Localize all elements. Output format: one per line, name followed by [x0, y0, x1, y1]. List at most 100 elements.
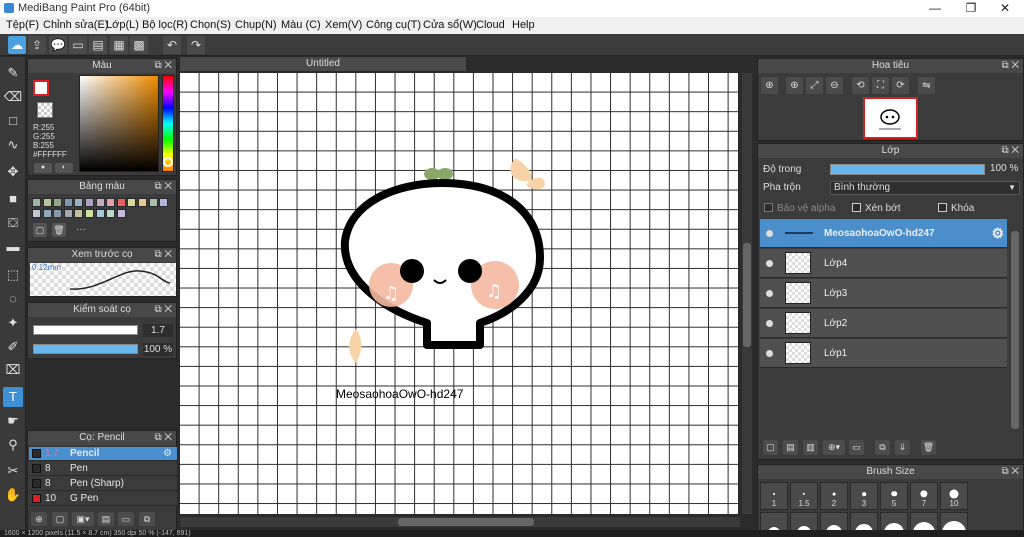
- panel-close-icon[interactable]: ⧉ ✕: [1001, 59, 1019, 73]
- brush-size-cell[interactable]: 1: [760, 482, 788, 510]
- layer-scrollbar[interactable]: [1009, 226, 1021, 434]
- document-tab[interactable]: Untitled: [180, 57, 466, 71]
- rotate-right-icon[interactable]: ⟳: [892, 77, 909, 94]
- brush-tool-icon[interactable]: ✎: [3, 63, 23, 83]
- menu-cloud[interactable]: Cloud: [476, 19, 505, 31]
- lock-checkbox[interactable]: Khóa: [938, 203, 974, 214]
- panel-close-icon[interactable]: ⧉ ✕: [154, 431, 172, 445]
- move-tool-icon[interactable]: ✥: [3, 162, 23, 182]
- saturation-value-picker[interactable]: [79, 75, 159, 172]
- layer-row[interactable]: Lớp3: [760, 279, 1007, 308]
- page-icon[interactable]: ▤: [89, 36, 107, 54]
- chat-icon[interactable]: ▭: [69, 36, 87, 54]
- grid-icon[interactable]: ▩: [130, 36, 148, 54]
- layer-scroll-thumb[interactable]: [1011, 231, 1019, 429]
- palette-swatch[interactable]: [106, 209, 116, 218]
- lasso-tool-icon[interactable]: ◌: [3, 289, 23, 309]
- magic-wand-tool-icon[interactable]: ✦: [3, 313, 23, 333]
- blend-mode-select[interactable]: Bình thường ▼: [830, 181, 1020, 195]
- divide-tool-icon[interactable]: ✂: [3, 461, 23, 481]
- panel-close-icon[interactable]: ⧉ ✕: [154, 59, 172, 73]
- palette-swatch[interactable]: [106, 198, 116, 207]
- panel-close-icon[interactable]: ⧉ ✕: [1001, 144, 1019, 158]
- palette-swatch[interactable]: [53, 209, 63, 218]
- foreground-color-swatch[interactable]: [33, 80, 49, 96]
- clipping-checkbox[interactable]: Xén bớt: [852, 203, 900, 214]
- palette-swatch[interactable]: [116, 209, 126, 218]
- eyedropper-tool-icon[interactable]: ⚲: [3, 435, 23, 455]
- palette-swatch[interactable]: [74, 198, 84, 207]
- layer-row[interactable]: Lớp2: [760, 309, 1007, 338]
- brush-size-cell[interactable]: 10: [940, 482, 968, 510]
- palette-swatch[interactable]: [32, 209, 41, 218]
- canvas-vscroll-thumb[interactable]: [743, 243, 751, 347]
- background-color-swatch[interactable]: [37, 102, 53, 118]
- palette-swatch[interactable]: [127, 198, 137, 207]
- layer-folder-icon[interactable]: ▭: [849, 440, 864, 455]
- new-halftone-layer-icon[interactable]: ▤: [783, 440, 798, 455]
- layer-row[interactable]: Lớp1: [760, 339, 1007, 368]
- color-swap-button[interactable]: ◐: [55, 163, 73, 173]
- panel-close-icon[interactable]: ⧉ ✕: [1001, 465, 1019, 479]
- gear-icon[interactable]: ⚙: [991, 219, 1004, 248]
- zoom-out-icon[interactable]: ⊖: [826, 77, 843, 94]
- panel-close-icon[interactable]: ⧉ ✕: [154, 248, 172, 262]
- brush-size-cell[interactable]: 7: [910, 482, 938, 510]
- palette-swatch[interactable]: [148, 198, 158, 207]
- palette-more[interactable]: ···: [76, 224, 86, 235]
- palette-swatch[interactable]: [63, 198, 73, 207]
- brush-size-cell[interactable]: 3: [850, 482, 878, 510]
- brush-folder-icon[interactable]: ▭: [118, 512, 134, 526]
- new-layer-icon[interactable]: ▢: [763, 440, 778, 455]
- fill-rect-tool-icon[interactable]: ■: [3, 189, 23, 209]
- palette-delete-icon[interactable]: 🗑: [52, 223, 66, 237]
- menu-filter[interactable]: Bộ lọc(R): [142, 19, 188, 31]
- palette-swatch[interactable]: [95, 198, 105, 207]
- text-tool-icon[interactable]: T: [3, 387, 23, 407]
- close-window-button[interactable]: ✕: [990, 0, 1020, 17]
- rectangle-tool-icon[interactable]: □: [3, 111, 23, 131]
- palette-swatch[interactable]: [74, 209, 84, 218]
- delete-layer-icon[interactable]: 🗑: [921, 440, 936, 455]
- palette-swatch[interactable]: [42, 209, 52, 218]
- brush-size-cell[interactable]: 1.5: [790, 482, 818, 510]
- brush-row[interactable]: 1.7 Pencil ⚙: [29, 447, 177, 461]
- visibility-icon[interactable]: [766, 290, 773, 297]
- brush-size-slider[interactable]: [33, 325, 138, 335]
- menu-snap[interactable]: Chụp(N): [235, 19, 277, 31]
- select-eraser-tool-icon[interactable]: ⌧: [3, 360, 23, 380]
- visibility-icon[interactable]: [766, 320, 773, 327]
- menu-tools[interactable]: Công cụ(T): [366, 19, 421, 31]
- navigator-thumbnail[interactable]: [863, 97, 918, 139]
- palette-swatch[interactable]: [53, 198, 63, 207]
- fit-screen-icon[interactable]: ⛶: [872, 77, 889, 94]
- redo-icon[interactable]: ↷: [187, 36, 205, 54]
- panel-close-icon[interactable]: ⧉ ✕: [154, 180, 172, 194]
- curve-tool-icon[interactable]: ∿: [3, 135, 23, 155]
- brush-size-cell[interactable]: 2: [820, 482, 848, 510]
- canvas-horizontal-scrollbar[interactable]: [180, 517, 740, 527]
- brush-copy-icon[interactable]: ▤: [98, 512, 114, 526]
- palette-swatch[interactable]: [159, 198, 169, 207]
- add-layer-menu-icon[interactable]: ⊕▾: [823, 440, 845, 455]
- minimize-button[interactable]: —: [920, 0, 950, 17]
- protect-alpha-checkbox[interactable]: Bảo vệ alpha: [764, 203, 835, 214]
- menu-edit[interactable]: Chỉnh sửa(E): [43, 19, 108, 31]
- operation-tool-icon[interactable]: ☛: [3, 411, 23, 431]
- flip-icon[interactable]: ⇋: [918, 77, 935, 94]
- brush-menu-icon[interactable]: ▣▾: [72, 512, 94, 526]
- palette-swatch[interactable]: [138, 198, 147, 207]
- menu-view[interactable]: Xem(V): [325, 19, 362, 31]
- brush-row[interactable]: 8 Pen (Sharp): [29, 477, 177, 491]
- select-pen-tool-icon[interactable]: ✐: [3, 337, 23, 357]
- menu-layer[interactable]: Lớp(L): [106, 19, 139, 31]
- palette-swatch[interactable]: [63, 209, 73, 218]
- menu-help[interactable]: Help: [512, 19, 535, 31]
- palette-swatch[interactable]: [85, 198, 94, 207]
- palette-swatch[interactable]: [42, 198, 52, 207]
- layer-row[interactable]: Lớp4: [760, 249, 1007, 278]
- brush-row[interactable]: 8 Pen: [29, 462, 177, 476]
- brush-opacity-slider[interactable]: [33, 344, 138, 354]
- hue-slider-handle[interactable]: [163, 157, 173, 167]
- canvas-hscroll-thumb[interactable]: [398, 518, 534, 526]
